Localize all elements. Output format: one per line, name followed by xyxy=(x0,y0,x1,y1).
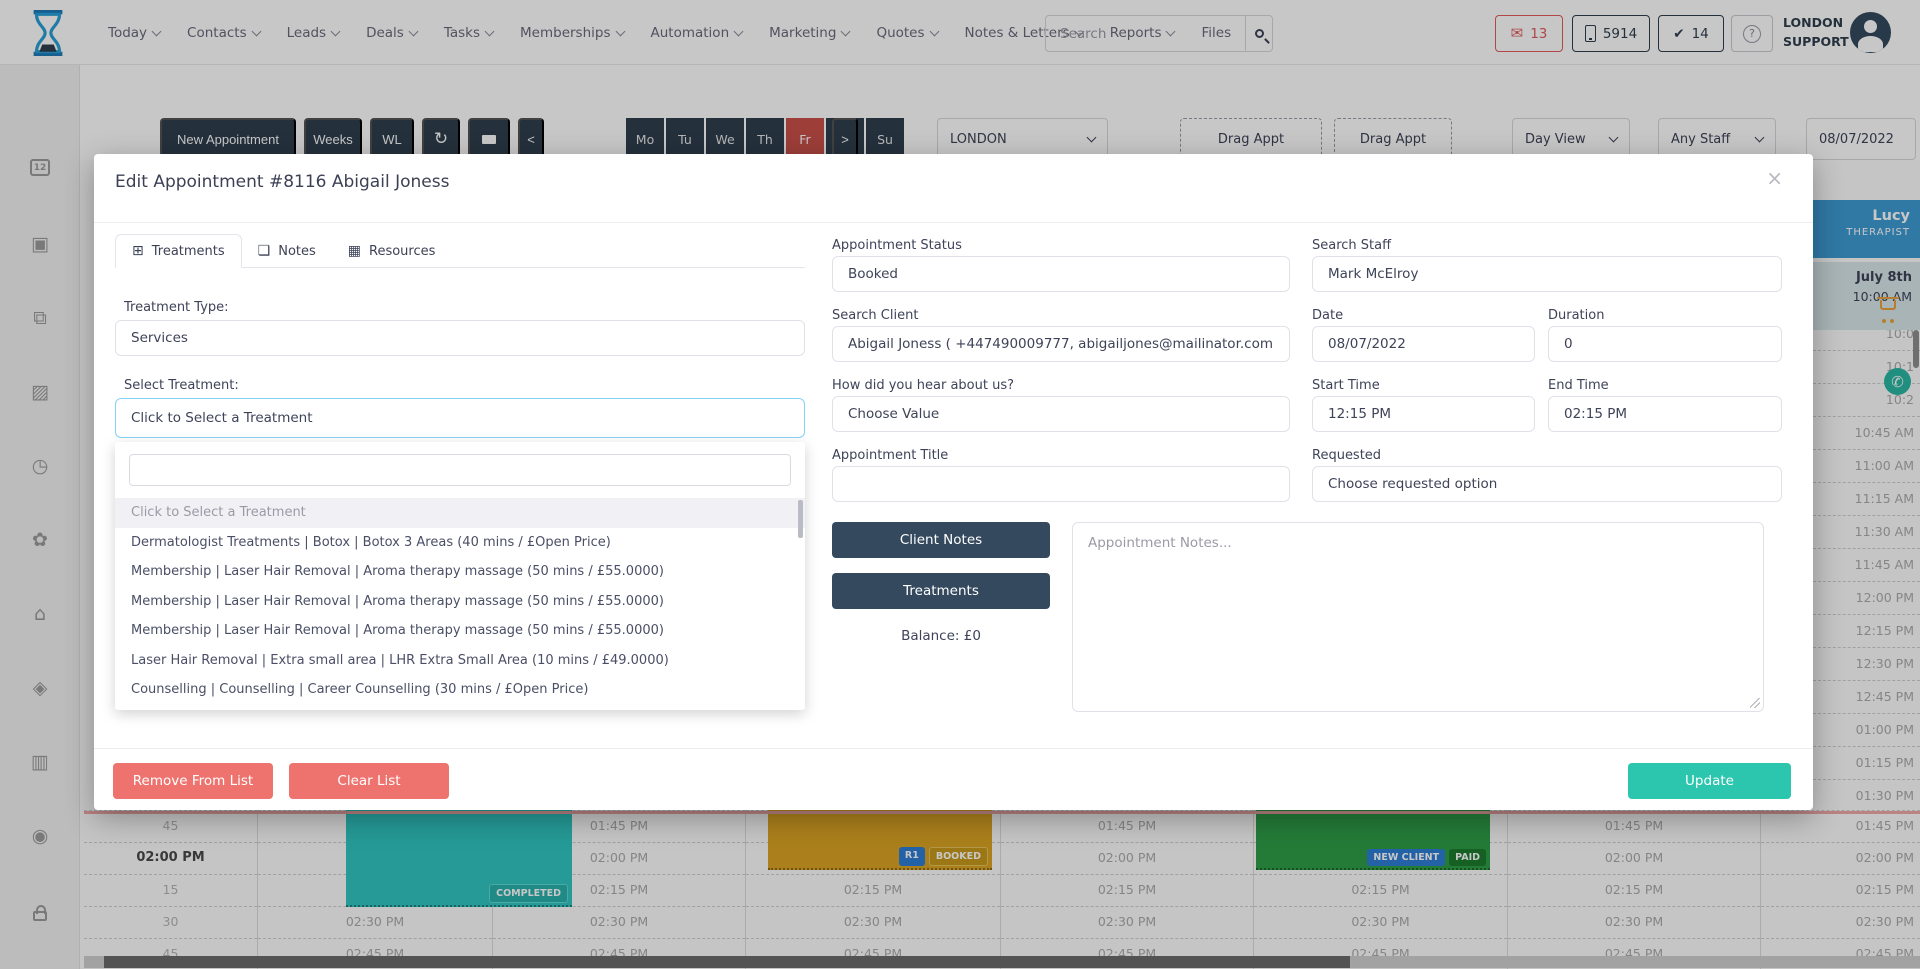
duration-input[interactable] xyxy=(1548,326,1782,362)
hear-about-label: How did you hear about us? xyxy=(832,378,1014,393)
treatment-option[interactable]: Dermatologist Treatments | Botox | Botox… xyxy=(115,528,805,558)
tab-icon: ▦ xyxy=(348,243,361,259)
tab-icon: ⊞ xyxy=(132,243,144,259)
treatment-option[interactable]: Counselling | Counselling | Career Couns… xyxy=(115,675,805,705)
treatment-option[interactable]: Membership | Laser Hair Removal | Aroma … xyxy=(115,616,805,646)
appointment-status-label: Appointment Status xyxy=(832,238,962,253)
tab[interactable]: ⊞ Treatments xyxy=(115,234,242,268)
appointment-title-input[interactable] xyxy=(832,466,1290,502)
hear-about-select[interactable] xyxy=(832,396,1290,432)
select-treatment-label: Select Treatment: xyxy=(124,378,239,393)
modal-tabs: ⊞ Treatments ❏ Notes ▦ Resources xyxy=(115,234,451,268)
date-label: Date xyxy=(1312,308,1343,323)
treatment-option[interactable]: Membership | Laser Hair Removal | Aroma … xyxy=(115,557,805,587)
treatment-type-label: Treatment Type: xyxy=(124,300,229,315)
start-time-label: Start Time xyxy=(1312,378,1380,393)
balance-text: Balance: £0 xyxy=(832,628,1050,644)
treatment-options-list: Click to Select a Treatment Dermatologis… xyxy=(115,498,805,705)
search-client-input[interactable] xyxy=(832,326,1290,362)
edit-appointment-modal: Edit Appointment #8116 Abigail Joness × … xyxy=(94,154,1813,810)
client-notes-button[interactable]: Client Notes xyxy=(832,522,1050,558)
update-button[interactable]: Update xyxy=(1628,763,1791,799)
select-treatment-input[interactable] xyxy=(115,398,805,438)
tab[interactable]: ❏ Notes xyxy=(242,234,332,268)
requested-label: Requested xyxy=(1312,448,1381,463)
appointment-title-label: Appointment Title xyxy=(832,448,948,463)
treatment-option[interactable]: Membership | Laser Hair Removal | Aroma … xyxy=(115,587,805,617)
appointment-notes-textarea[interactable] xyxy=(1072,522,1764,712)
treatment-dropdown: Click to Select a Treatment Dermatologis… xyxy=(115,442,805,710)
treatment-type-input[interactable] xyxy=(115,320,805,356)
date-input[interactable] xyxy=(1312,326,1535,362)
close-icon[interactable]: × xyxy=(1766,166,1783,190)
clear-list-button[interactable]: Clear List xyxy=(289,763,449,799)
search-staff-label: Search Staff xyxy=(1312,238,1391,253)
start-time-input[interactable] xyxy=(1312,396,1535,432)
treatment-option[interactable]: Laser Hair Removal | Extra small area | … xyxy=(115,646,805,676)
modal-title: Edit Appointment #8116 Abigail Joness xyxy=(115,172,449,192)
search-staff-input[interactable] xyxy=(1312,256,1782,292)
end-time-label: End Time xyxy=(1548,378,1609,393)
dropdown-scrollbar-thumb[interactable] xyxy=(798,500,803,538)
search-client-label: Search Client xyxy=(832,308,918,323)
tab-icon: ❏ xyxy=(258,243,271,259)
treatments-button[interactable]: Treatments xyxy=(832,573,1050,609)
treatment-option[interactable]: Click to Select a Treatment xyxy=(115,498,805,528)
end-time-input[interactable] xyxy=(1548,396,1782,432)
treatment-dropdown-search-input[interactable] xyxy=(129,454,791,486)
remove-from-list-button[interactable]: Remove From List xyxy=(113,763,273,799)
tab[interactable]: ▦ Resources xyxy=(332,234,452,268)
duration-label: Duration xyxy=(1548,308,1604,323)
textarea-resize-grip[interactable] xyxy=(1750,698,1760,708)
appointment-status-input[interactable] xyxy=(832,256,1290,292)
requested-select[interactable] xyxy=(1312,466,1782,502)
